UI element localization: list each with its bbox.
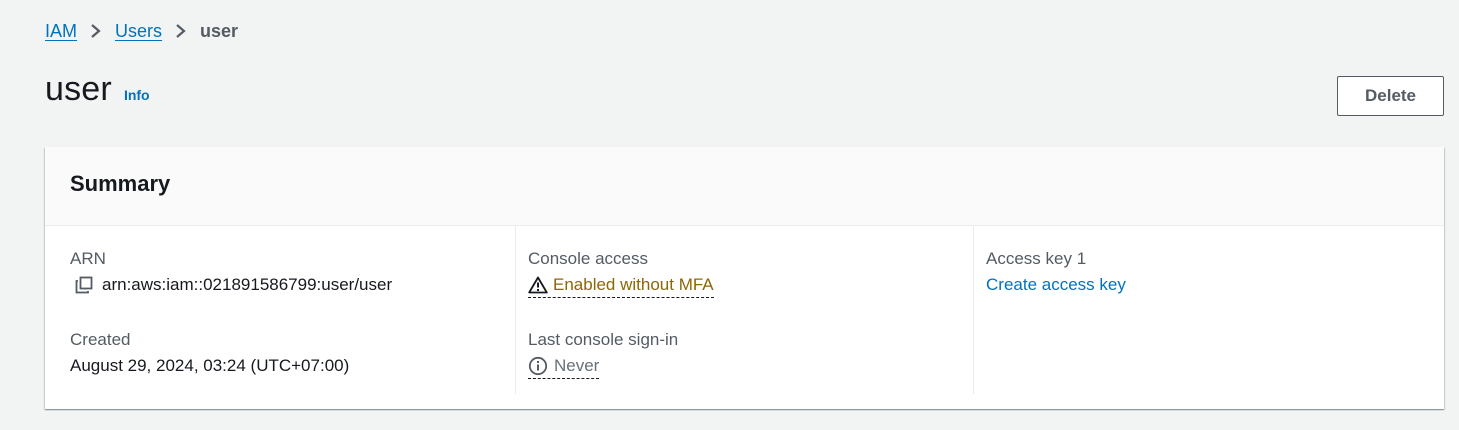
summary-column-3: Access key 1 Create access key	[973, 226, 1420, 394]
page-header: user Info	[45, 70, 150, 109]
copy-icon[interactable]	[75, 276, 93, 294]
last-sign-in-text: Never	[554, 356, 600, 375]
breadcrumb-iam-link[interactable]: IAM	[45, 21, 77, 42]
warning-icon	[528, 276, 548, 294]
last-sign-in-label: Last console sign-in	[528, 330, 679, 349]
create-access-key-link[interactable]: Create access key	[986, 275, 1126, 295]
page-title: user	[45, 70, 112, 108]
arn-label: ARN	[70, 249, 106, 268]
arn-text: arn:aws:iam::021891586799:user/user	[102, 275, 393, 294]
access-key-label: Access key 1	[986, 249, 1087, 268]
chevron-right-icon	[162, 19, 200, 43]
iam-user-page: IAM Users user user Info Delete Summary …	[0, 0, 1459, 430]
console-access-label: Console access	[528, 249, 649, 268]
info-circle-icon	[528, 356, 548, 376]
created-label: Created	[70, 330, 131, 349]
console-access-text: Enabled without MFA	[553, 275, 714, 294]
breadcrumb-current: user	[200, 20, 239, 41]
summary-title: Summary	[70, 171, 171, 196]
breadcrumb-users-link[interactable]: Users	[115, 21, 162, 42]
last-sign-in-status[interactable]: Never	[528, 356, 600, 379]
console-access-status[interactable]: Enabled without MFA	[528, 275, 714, 298]
summary-column-1: ARN arn:aws:iam::021891586799:user/user …	[70, 226, 515, 394]
summary-body: ARN arn:aws:iam::021891586799:user/user …	[45, 226, 1444, 409]
delete-button[interactable]: Delete	[1337, 76, 1444, 116]
summary-header: Summary	[45, 147, 1444, 226]
chevron-right-icon	[77, 19, 115, 43]
arn-value: arn:aws:iam::021891586799:user/user	[70, 275, 392, 295]
summary-container: Summary ARN arn:aws:iam::021891586799:us…	[45, 147, 1444, 409]
created-value: August 29, 2024, 03:24 (UTC+07:00)	[70, 356, 350, 375]
info-link[interactable]: Info	[124, 87, 150, 103]
summary-column-2: Console access Enabled without MFA Last …	[515, 226, 974, 394]
breadcrumb: IAM Users user	[45, 19, 238, 43]
